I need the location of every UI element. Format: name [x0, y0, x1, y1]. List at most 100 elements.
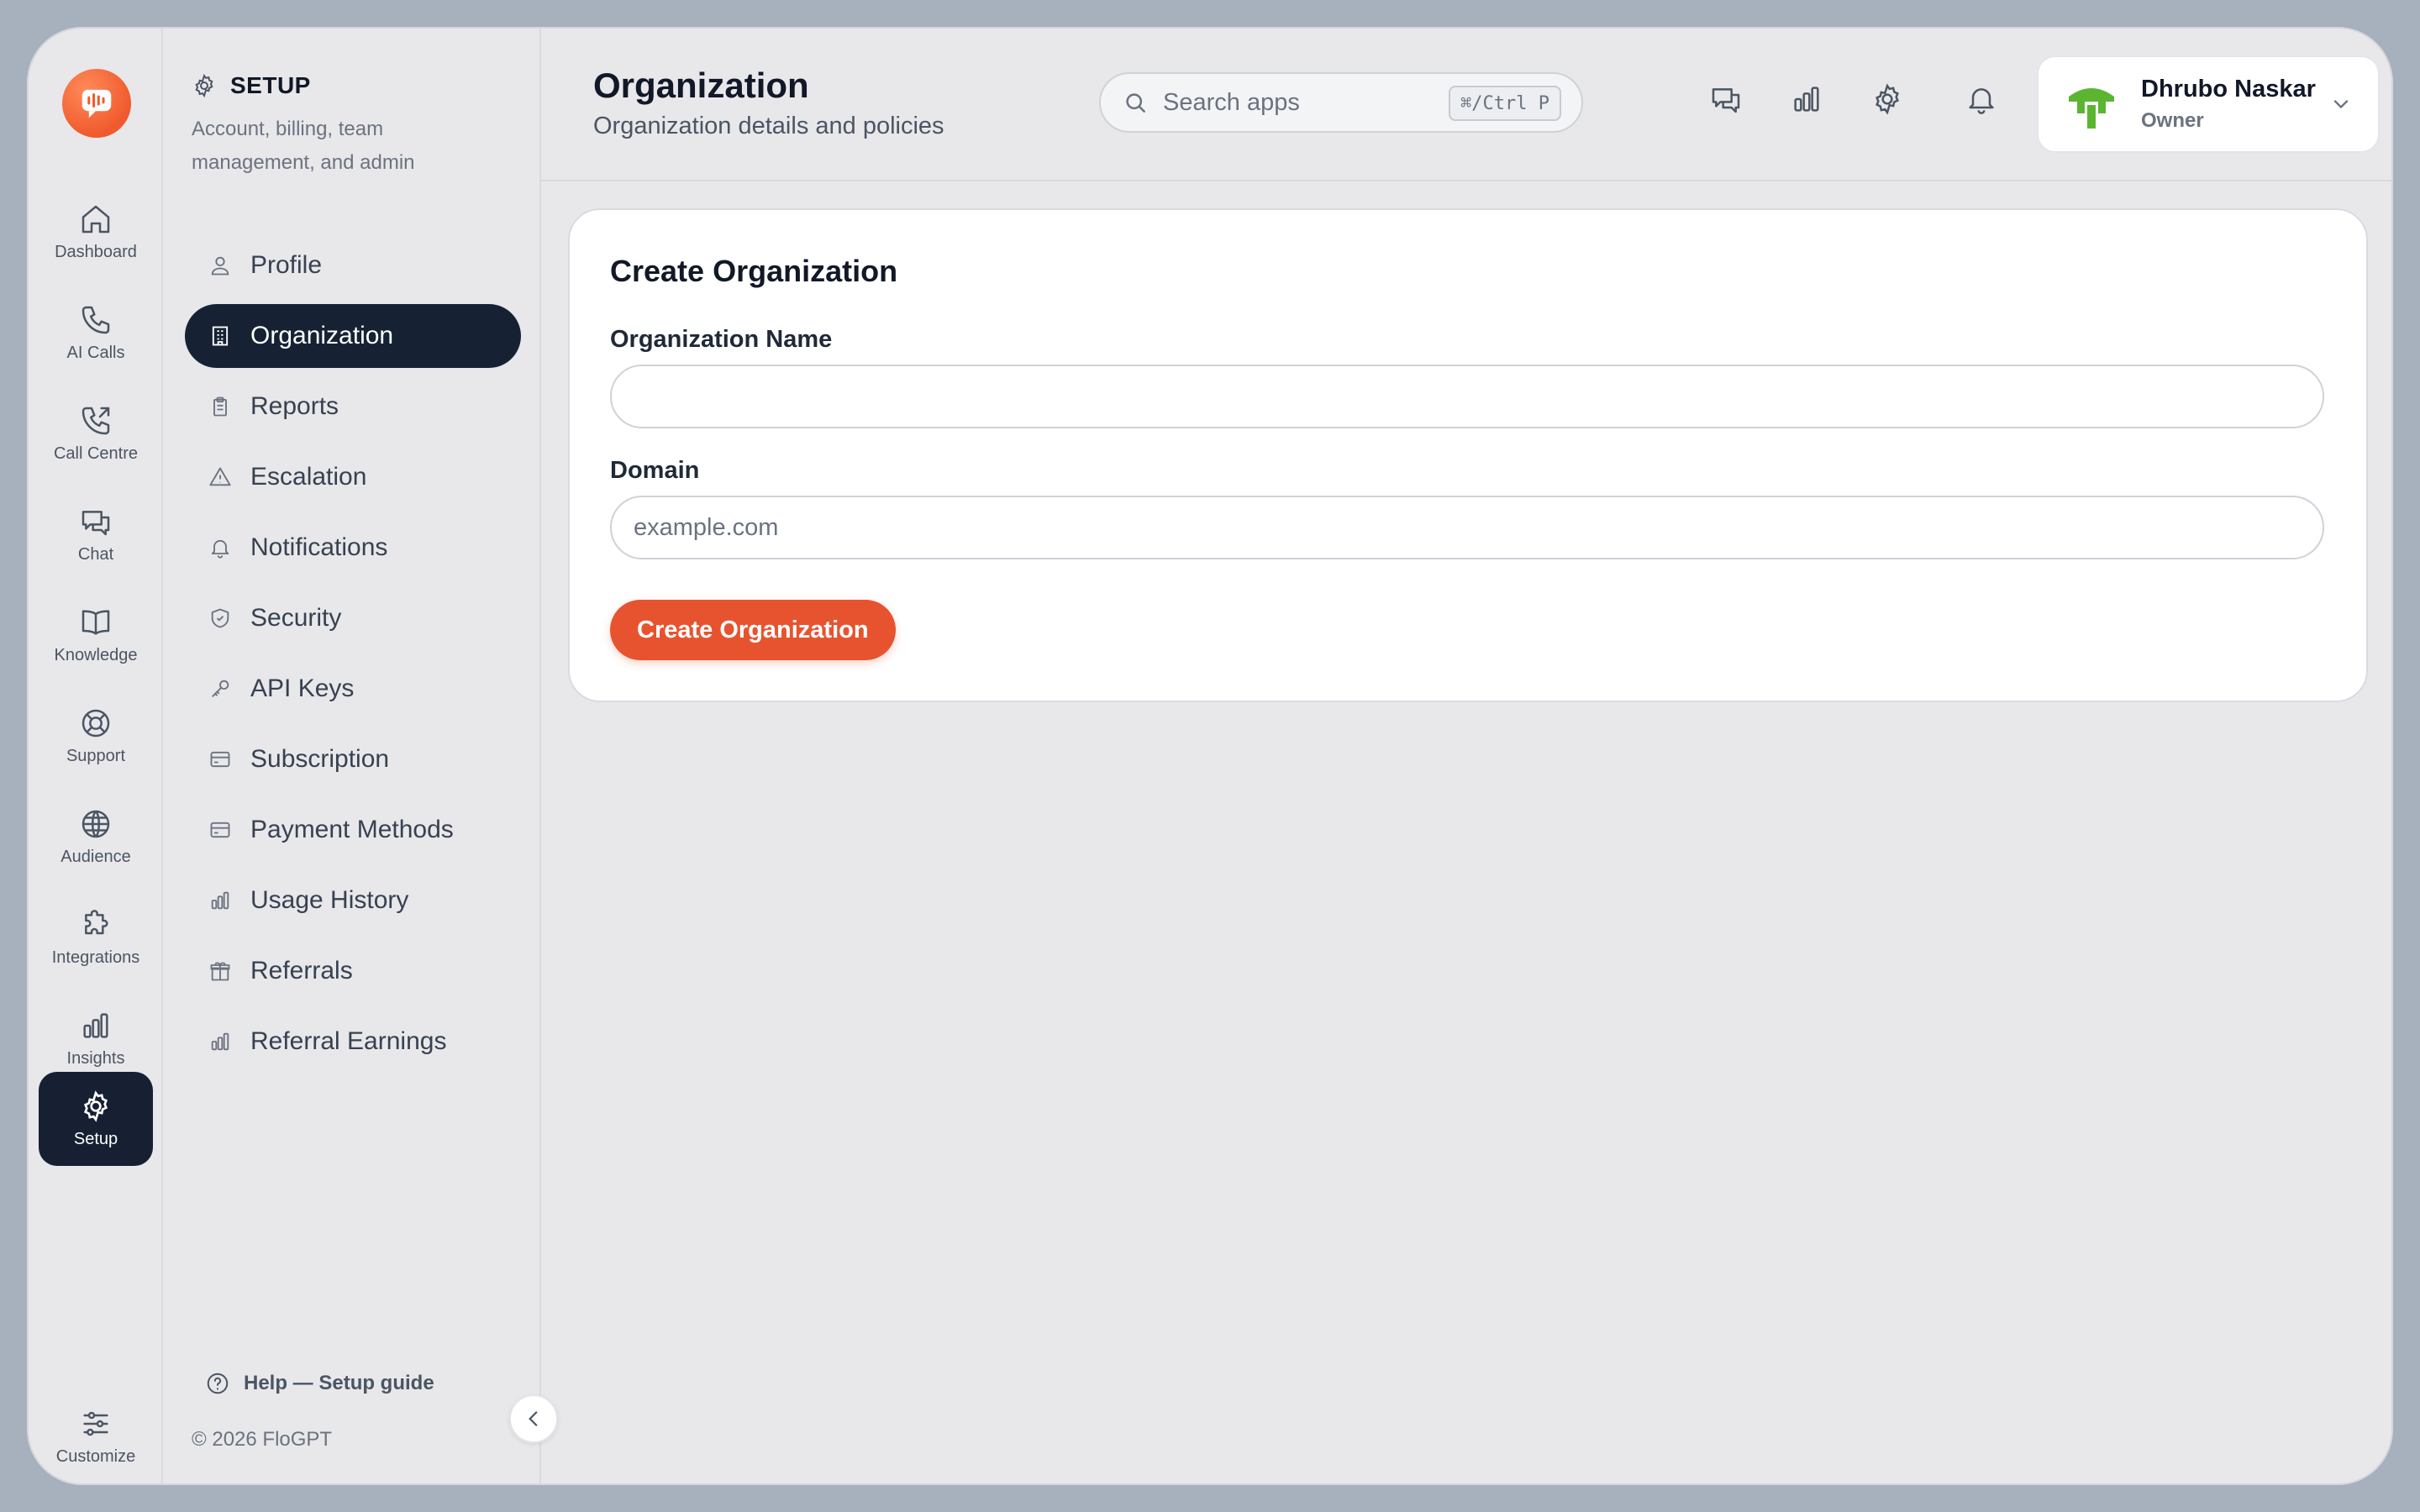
nav-item-notifications[interactable]: Notifications [185, 516, 521, 580]
rail-item-label: Customize [55, 1446, 136, 1466]
rail-item-customize[interactable]: Customize [39, 1389, 153, 1483]
nav-item-usage-history[interactable]: Usage History [185, 869, 521, 932]
icon-rail: Dashboard AI Calls Call Centre Chat Know… [29, 29, 163, 1483]
phone-icon [82, 306, 110, 333]
rail-item-setup[interactable]: Setup [39, 1072, 153, 1166]
rail-item-integrations[interactable]: Integrations [39, 890, 153, 984]
sidebar-description: Account, billing, team management, and a… [192, 118, 415, 174]
organization-name-label: Organization Name [610, 326, 833, 353]
create-organization-button[interactable]: Create Organization [610, 600, 896, 660]
nav-item-api-keys[interactable]: API Keys [185, 657, 521, 721]
gear-icon [195, 73, 213, 98]
nav-item-label: Reports [250, 392, 339, 420]
key-icon [212, 680, 229, 697]
bar-chart-icon [83, 1012, 108, 1038]
bell-icon [1969, 88, 1994, 114]
help-link[interactable]: Help — Setup guide [205, 1371, 434, 1396]
home-icon [82, 205, 110, 233]
gear-icon [83, 1089, 108, 1122]
create-organization-card: Create Organization Organization Name Do… [568, 208, 2368, 702]
avatar-image [2064, 76, 2119, 132]
rail-item-label: Support [66, 746, 126, 765]
nav-item-reports[interactable]: Reports [185, 375, 521, 438]
rail-item-support[interactable]: Support [39, 689, 153, 783]
clipboard-icon [213, 396, 227, 417]
app-logo[interactable] [62, 69, 131, 138]
rail-item-label: Integrations [51, 948, 140, 967]
nav-item-subscription[interactable]: Subscription [185, 727, 521, 791]
rail-item-label: Setup [73, 1129, 118, 1148]
rail-item-knowledge[interactable]: Knowledge [39, 588, 153, 682]
nav-item-label: Payment Methods [250, 816, 454, 843]
rail-item-label: Audience [60, 847, 131, 866]
user-role: Owner [2141, 109, 2204, 132]
nav-item-referrals[interactable]: Referrals [185, 939, 521, 1003]
setup-sidebar: SETUP Account, billing, team management,… [163, 29, 541, 1483]
nav-item-security[interactable]: Security [185, 586, 521, 650]
chat-waveform-icon [82, 89, 112, 118]
bar-chart-icon [211, 891, 229, 910]
search-input[interactable] [1163, 88, 1440, 117]
building-icon [212, 326, 229, 346]
chat-button[interactable] [1709, 82, 1749, 123]
search-icon [1126, 93, 1145, 113]
help-label: Help — Setup guide [244, 1372, 434, 1394]
bar-chart-icon [1794, 87, 1819, 112]
nav-item-label: Subscription [250, 745, 390, 773]
alert-triangle-icon [209, 467, 231, 486]
nav-item-escalation[interactable]: Escalation [185, 445, 521, 509]
chat-icon [82, 510, 110, 535]
user-icon [211, 256, 229, 276]
nav-item-profile[interactable]: Profile [185, 234, 521, 297]
rail-item-audience[interactable]: Audience [39, 790, 153, 884]
rail-item-dashboard[interactable]: Dashboard [39, 185, 153, 279]
chevron-down-icon [2333, 100, 2349, 109]
domain-label: Domain [610, 457, 700, 484]
nav-item-label: Referrals [250, 957, 353, 984]
sidebar-title: SETUP [192, 72, 469, 99]
page-header: Organization Organization details and po… [541, 29, 2391, 181]
page-title: Organization [593, 66, 809, 105]
puzzle-icon [85, 909, 108, 934]
nav-item-label: Referral Earnings [250, 1027, 447, 1055]
nav-item-label: Organization [250, 322, 394, 349]
insights-button[interactable] [1790, 82, 1830, 123]
nav-item-label: Security [250, 604, 342, 632]
chat-icon [1712, 88, 1740, 113]
nav-item-payment-methods[interactable]: Payment Methods [185, 798, 521, 862]
domain-input[interactable] [610, 496, 2324, 559]
sidebar-title-text: SETUP [230, 72, 311, 98]
nav-item-referral-earnings[interactable]: Referral Earnings [185, 1010, 521, 1074]
collapse-sidebar-button[interactable] [509, 1394, 558, 1443]
nav-item-label: Escalation [250, 463, 367, 491]
setup-nav: Profile Organization Reports Escalation … [185, 234, 521, 1080]
app-window: Dashboard AI Calls Call Centre Chat Know… [27, 27, 2393, 1485]
organization-name-input[interactable] [610, 365, 2324, 428]
rail-item-label: Chat [77, 544, 114, 564]
avatar [2064, 76, 2119, 132]
shield-icon [211, 608, 229, 628]
notifications-button[interactable] [1965, 82, 2005, 123]
sliders-icon [83, 1411, 108, 1436]
chevron-left-icon [529, 1411, 538, 1426]
book-icon [82, 609, 110, 635]
user-menu[interactable]: Dhrubo Naskar Owner [2037, 55, 2380, 153]
gift-icon [210, 962, 230, 981]
nav-item-label: Notifications [250, 533, 388, 561]
page-subtitle: Organization details and policies [593, 113, 944, 139]
nav-item-label: API Keys [250, 675, 355, 702]
bar-chart-icon [211, 1032, 229, 1051]
copyright: © 2026 FloGPT [192, 1428, 333, 1451]
lifebuoy-icon [82, 709, 110, 737]
nav-item-label: Usage History [250, 886, 409, 914]
globe-icon [82, 810, 110, 837]
rail-item-label: Call Centre [53, 444, 139, 463]
rail-item-call-centre[interactable]: Call Centre [39, 386, 153, 480]
rail-item-label: Knowledge [54, 645, 138, 664]
rail-item-ai-calls[interactable]: AI Calls [39, 286, 153, 380]
settings-button[interactable] [1870, 82, 1911, 123]
nav-item-organization[interactable]: Organization [185, 304, 521, 368]
phone-outgoing-icon [82, 407, 110, 434]
rail-item-chat[interactable]: Chat [39, 487, 153, 581]
card-title: Create Organization [610, 254, 898, 288]
